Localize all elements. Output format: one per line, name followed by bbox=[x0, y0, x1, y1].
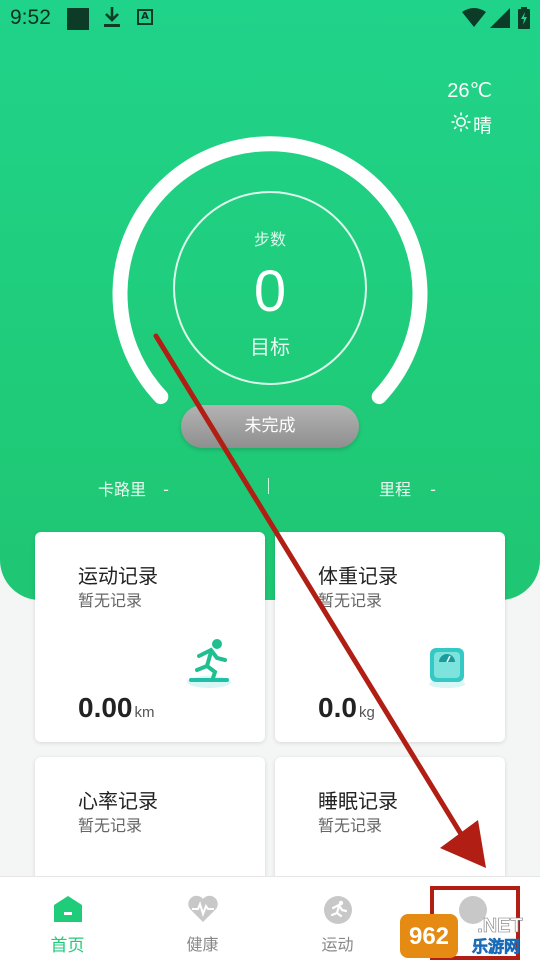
stats-row: 卡路里 - 里程 - bbox=[0, 476, 540, 500]
calories-stat: 卡路里 - bbox=[98, 476, 169, 500]
weather-condition: 晴 bbox=[447, 111, 492, 138]
watermark-net: .NET bbox=[477, 915, 523, 937]
nav-label: 运动 bbox=[321, 935, 354, 954]
card-title: 心率记录 bbox=[78, 789, 158, 813]
exercise-record-card[interactable]: 运动记录 暂无记录 0.00 km bbox=[35, 532, 265, 742]
status-time: 9:52 bbox=[10, 6, 51, 29]
weight-value: 0.0 kg bbox=[318, 692, 375, 724]
card-title: 运动记录 bbox=[78, 564, 158, 588]
card-subtitle: 暂无记录 bbox=[78, 591, 143, 610]
weather-condition-text: 晴 bbox=[472, 115, 492, 137]
card-title: 睡眠记录 bbox=[318, 789, 398, 813]
weight-number: 0.0 bbox=[318, 692, 357, 723]
card-subtitle: 暂无记录 bbox=[78, 816, 143, 835]
exercise-unit: km bbox=[134, 704, 155, 721]
download-icon bbox=[103, 6, 121, 33]
stats-separator bbox=[268, 478, 269, 494]
home-icon bbox=[53, 895, 83, 927]
nav-item-home[interactable]: 首页 bbox=[0, 877, 135, 960]
nav-label: 健康 bbox=[186, 935, 219, 954]
distance-stat: 里程 - bbox=[379, 476, 436, 500]
notification-square-icon bbox=[67, 8, 89, 30]
sun-icon bbox=[451, 112, 471, 137]
card-title: 体重记录 bbox=[318, 564, 398, 588]
steps-value: 0 bbox=[253, 259, 287, 324]
scale-icon bbox=[427, 644, 467, 692]
nav-label: 首页 bbox=[50, 936, 85, 956]
watermark-site: 乐游网 bbox=[472, 937, 520, 956]
signal-icon bbox=[490, 8, 510, 33]
nav-item-health[interactable]: 健康 bbox=[135, 877, 270, 960]
running-icon bbox=[185, 636, 233, 692]
calories-label: 卡路里 bbox=[98, 480, 147, 499]
watermark-number: 962 bbox=[409, 923, 449, 950]
calories-value: - bbox=[163, 480, 169, 499]
goal-label[interactable]: 目标 bbox=[0, 331, 540, 360]
completion-status-button[interactable]: 未完成 bbox=[181, 405, 359, 448]
wifi-icon bbox=[462, 8, 486, 33]
distance-label: 里程 bbox=[379, 480, 412, 499]
distance-value: - bbox=[430, 480, 436, 499]
battery-icon bbox=[518, 7, 530, 34]
run-icon bbox=[323, 895, 353, 929]
weight-unit: kg bbox=[358, 704, 375, 721]
card-subtitle: 暂无记录 bbox=[318, 591, 383, 610]
status-bar: 9:52 A bbox=[0, 0, 540, 36]
temperature: 26℃ bbox=[447, 80, 492, 102]
heart-icon bbox=[187, 895, 219, 927]
a-notification-icon: A bbox=[137, 9, 153, 25]
nav-item-sport[interactable]: 运动 bbox=[270, 877, 405, 960]
steps-label: 步数 bbox=[253, 230, 286, 249]
weather-widget: 26℃ 晴 bbox=[447, 78, 492, 138]
watermark-logo: 962 乐游网 .NET bbox=[400, 908, 540, 960]
exercise-value: 0.00 km bbox=[78, 692, 155, 724]
weight-record-card[interactable]: 体重记录 暂无记录 0.0 kg bbox=[275, 532, 505, 742]
exercise-distance: 0.00 bbox=[78, 692, 133, 723]
card-subtitle: 暂无记录 bbox=[318, 816, 383, 835]
